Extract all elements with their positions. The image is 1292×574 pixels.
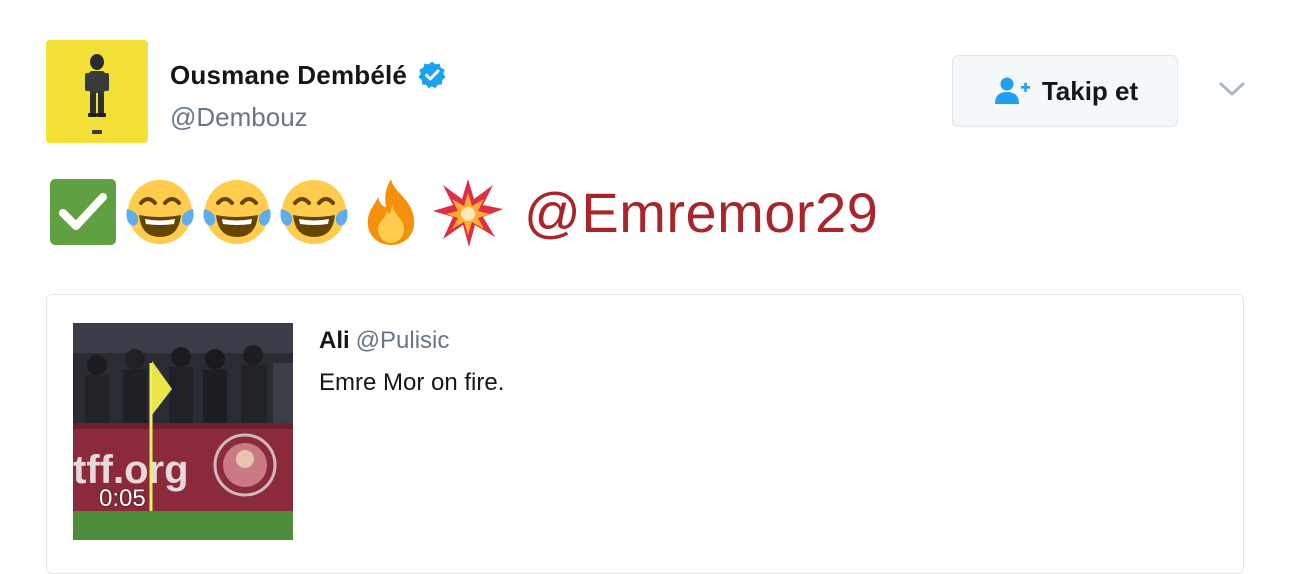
follow-button[interactable]: Takip et [952, 55, 1178, 127]
quoted-author: Ali @Pulisic [319, 327, 449, 355]
video-duration: 0:05 [99, 485, 146, 512]
face-with-tears-of-joy-emoji [277, 175, 351, 249]
add-user-icon [992, 76, 1032, 106]
author-block: Ousmane Dembélé @Dembouz [170, 58, 447, 133]
display-name[interactable]: Ousmane Dembélé [170, 60, 407, 91]
avatar-image [46, 40, 148, 143]
mention-link[interactable]: @Emremor29 [524, 180, 878, 245]
quoted-tweet-text: Emre Mor on fire. [319, 369, 505, 396]
check-mark-button-emoji [46, 175, 120, 249]
face-with-tears-of-joy-emoji [200, 175, 274, 249]
fire-emoji [354, 175, 428, 249]
quoted-tweet-card[interactable]: tff.org 0:05 Ali @Pulisic Emre Mor on fir… [46, 294, 1244, 574]
quoted-author-name[interactable]: Ali [319, 327, 350, 354]
avatar[interactable] [46, 40, 148, 143]
verified-badge-icon [417, 60, 447, 90]
chevron-down-icon[interactable] [1214, 76, 1250, 102]
tweet-text: @Emremor29 [46, 172, 878, 252]
video-thumbnail[interactable]: tff.org 0:05 [73, 323, 293, 540]
face-with-tears-of-joy-emoji [123, 175, 197, 249]
author-handle[interactable]: @Dembouz [170, 102, 447, 133]
follow-button-label: Takip et [1041, 75, 1139, 106]
display-name-row: Ousmane Dembélé [170, 58, 447, 92]
collision-emoji [431, 175, 505, 249]
quoted-author-handle[interactable]: @Pulisic [356, 327, 450, 354]
